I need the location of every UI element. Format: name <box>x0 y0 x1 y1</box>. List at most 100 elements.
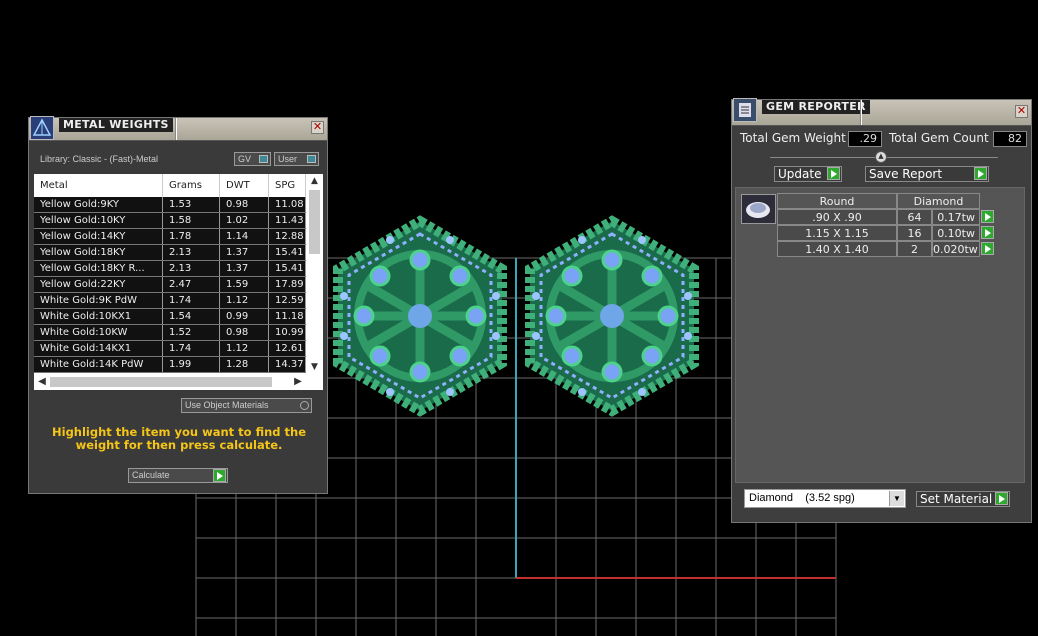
header-shape: Round <box>777 193 897 209</box>
chevron-down-icon: ▼ <box>889 491 904 506</box>
table-row[interactable]: Yellow Gold:9KY 1.53 0.98 11.08 <box>34 197 306 213</box>
table-cell: White Gold:14K PdW <box>34 357 163 372</box>
gem-cell: 0.020tw <box>932 241 980 257</box>
table-cell: 1.14 <box>220 229 269 244</box>
table-cell: 12.61 <box>269 341 306 356</box>
table-row[interactable]: White Gold:14KX1 1.74 1.12 12.61 <box>34 341 306 357</box>
table-cell: White Gold:10KX1 <box>34 309 163 324</box>
close-icon[interactable]: ✕ <box>311 121 324 134</box>
collapse-icon[interactable]: ▲ <box>875 151 887 163</box>
total-gem-count-label: Total Gem Count <box>889 131 989 145</box>
table-cell: 11.43 <box>269 213 306 228</box>
scroll-thumb[interactable] <box>309 190 320 254</box>
user-label: User <box>278 154 298 164</box>
play-icon <box>995 492 1008 505</box>
calculate-label: Calculate <box>132 470 170 480</box>
table-cell: 12.88 <box>269 229 306 244</box>
metal-table[interactable]: Metal Grams DWT SPG Yellow Gold:9KY 1.53 0… <box>34 174 323 390</box>
column-header-metal[interactable]: Metal <box>34 174 163 197</box>
report-icon <box>733 98 757 122</box>
play-icon[interactable] <box>981 242 994 255</box>
table-cell: 0.99 <box>220 309 269 324</box>
table-cell: 1.58 <box>163 213 220 228</box>
instruction-text: Highlight the item you want to find the … <box>52 425 306 452</box>
total-gem-weight-value: .29 <box>848 131 882 147</box>
play-icon <box>827 167 840 180</box>
total-gem-count-value: 82 <box>993 131 1027 147</box>
table-cell: 17.89 <box>269 277 306 292</box>
table-row[interactable]: Yellow Gold:10KY 1.58 1.02 11.43 <box>34 213 306 229</box>
pyramid-icon <box>30 116 54 140</box>
material-select[interactable]: Diamond (3.52 spg) ▼ <box>744 489 906 508</box>
table-cell: White Gold:10KW <box>34 325 163 340</box>
gem-reporter-panel: GEM REPORTER ✕ Total Gem Weight .29 Tota… <box>731 98 1032 523</box>
set-material-button[interactable]: Set Material <box>916 491 1010 507</box>
table-row[interactable]: Yellow Gold:18KY R... 2.13 1.37 15.41 <box>34 261 306 277</box>
gv-label: GV <box>238 154 252 164</box>
total-gem-weight-label: Total Gem Weight <box>740 131 846 145</box>
update-button[interactable]: Update <box>774 166 842 182</box>
gem-reporter-titlebar[interactable]: GEM REPORTER ✕ <box>732 98 1031 126</box>
table-cell: 2.13 <box>163 245 220 260</box>
gem-cell: 1.40 X 1.40 <box>777 241 897 257</box>
metal-weights-panel: METAL WEIGHTS ✕ Library: Classic - (Fast… <box>28 116 328 494</box>
table-cell: Yellow Gold:18KY R... <box>34 261 163 276</box>
table-cell: 1.53 <box>163 197 220 212</box>
table-cell: 1.74 <box>163 341 220 356</box>
table-cell: 11.18 <box>269 309 306 324</box>
gem-cell: 0.10tw <box>932 225 980 241</box>
table-row[interactable]: Yellow Gold:22KY 2.47 1.59 17.89 <box>34 277 306 293</box>
metal-table-rows: Yellow Gold:9KY 1.53 0.98 11.08 Yellow Gold:… <box>34 197 306 373</box>
column-header-dwt[interactable]: DWT <box>220 174 269 197</box>
table-cell: 1.37 <box>220 261 269 276</box>
vertical-scrollbar[interactable]: ▲ ▼ <box>306 174 323 374</box>
gv-toggle[interactable]: GV <box>234 152 271 166</box>
metal-table-header: Metal Grams DWT SPG <box>34 174 306 197</box>
table-row[interactable]: White Gold:14K PdW 1.99 1.28 14.37 <box>34 357 306 373</box>
table-row[interactable]: White Gold:10KW 1.52 0.98 10.99 <box>34 325 306 341</box>
table-cell: 1.37 <box>220 245 269 260</box>
use-object-materials-checkbox[interactable]: Use Object Materials <box>181 398 312 413</box>
table-row[interactable]: Yellow Gold:18KY 2.13 1.37 15.41 <box>34 245 306 261</box>
header-material: Diamond <box>897 193 980 209</box>
play-icon <box>974 167 987 180</box>
column-header-spg[interactable]: SPG <box>269 174 306 197</box>
metal-weights-titlebar[interactable]: METAL WEIGHTS ✕ <box>29 116 327 141</box>
close-icon[interactable]: ✕ <box>1015 105 1028 118</box>
update-label: Update <box>778 167 822 181</box>
table-cell: 1.78 <box>163 229 220 244</box>
save-report-button[interactable]: Save Report <box>865 166 989 182</box>
table-cell: 2.47 <box>163 277 220 292</box>
table-cell: Yellow Gold:18KY <box>34 245 163 260</box>
gem-cell: 64 <box>897 209 932 225</box>
scroll-up-icon[interactable]: ▲ <box>306 174 323 188</box>
table-cell: 1.52 <box>163 325 220 340</box>
play-icon[interactable] <box>981 226 994 239</box>
metal-weights-title: METAL WEIGHTS <box>59 118 173 132</box>
gem-cell: 0.17tw <box>932 209 980 225</box>
scroll-down-icon[interactable]: ▼ <box>306 360 323 374</box>
table-cell: 14.37 <box>269 357 306 372</box>
save-report-label: Save Report <box>869 167 943 181</box>
material-select-value: Diamond (3.52 spg) <box>749 492 855 504</box>
column-header-grams[interactable]: Grams <box>163 174 220 197</box>
table-row[interactable]: Yellow Gold:14KY 1.78 1.14 12.88 <box>34 229 306 245</box>
table-cell: White Gold:9K PdW <box>34 293 163 308</box>
table-cell: 10.99 <box>269 325 306 340</box>
user-toggle[interactable]: User <box>274 152 319 166</box>
table-cell: 1.12 <box>220 341 269 356</box>
play-icon[interactable] <box>981 210 994 223</box>
table-cell: 1.02 <box>220 213 269 228</box>
set-material-label: Set Material <box>920 492 993 506</box>
scroll-right-icon[interactable]: ▶ <box>290 374 306 390</box>
table-cell: 1.99 <box>163 357 220 372</box>
table-row[interactable]: White Gold:10KX1 1.54 0.99 11.18 <box>34 309 306 325</box>
calculate-button[interactable]: Calculate <box>128 468 228 483</box>
user-indicator-icon <box>307 155 316 163</box>
gem-cell: 16 <box>897 225 932 241</box>
table-row[interactable]: White Gold:9K PdW 1.74 1.12 12.59 <box>34 293 306 309</box>
table-cell: 0.98 <box>220 197 269 212</box>
horizontal-scrollbar[interactable]: ◀ ▶ <box>34 374 306 390</box>
scroll-left-icon[interactable]: ◀ <box>34 374 50 390</box>
hscroll-thumb[interactable] <box>50 377 272 387</box>
